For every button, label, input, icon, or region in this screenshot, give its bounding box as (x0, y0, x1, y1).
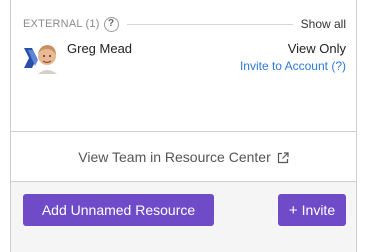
show-all-link[interactable]: Show all (301, 17, 346, 31)
help-icon[interactable]: ? (103, 16, 119, 32)
invite-button[interactable]: + Invite (278, 194, 346, 226)
section-divider (126, 23, 293, 25)
member-row: Greg Mead View Only Invite to Account (?… (23, 40, 346, 80)
member-name: Greg Mead (67, 41, 133, 56)
plus-icon: + (288, 201, 298, 219)
view-team-label: View Team in Resource Center (78, 148, 271, 165)
invite-to-account-link[interactable]: Invite to Account (?) (240, 59, 346, 73)
invite-button-label: Invite (301, 202, 336, 218)
avatar (23, 40, 59, 74)
member-role: View Only (287, 41, 346, 56)
view-team-link[interactable]: View Team in Resource Center (11, 131, 356, 182)
footer-bar: Add Unnamed Resource + Invite (11, 182, 356, 252)
external-link-icon (277, 151, 289, 163)
add-unnamed-resource-button[interactable]: Add Unnamed Resource (23, 194, 214, 226)
external-section-header: EXTERNAL (1) ? Show all (23, 15, 346, 33)
avatar-icon (24, 45, 57, 74)
team-panel: EXTERNAL (1) ? Show all Greg Mead View O… (10, 0, 357, 252)
external-section-label: EXTERNAL (1) (23, 18, 100, 30)
